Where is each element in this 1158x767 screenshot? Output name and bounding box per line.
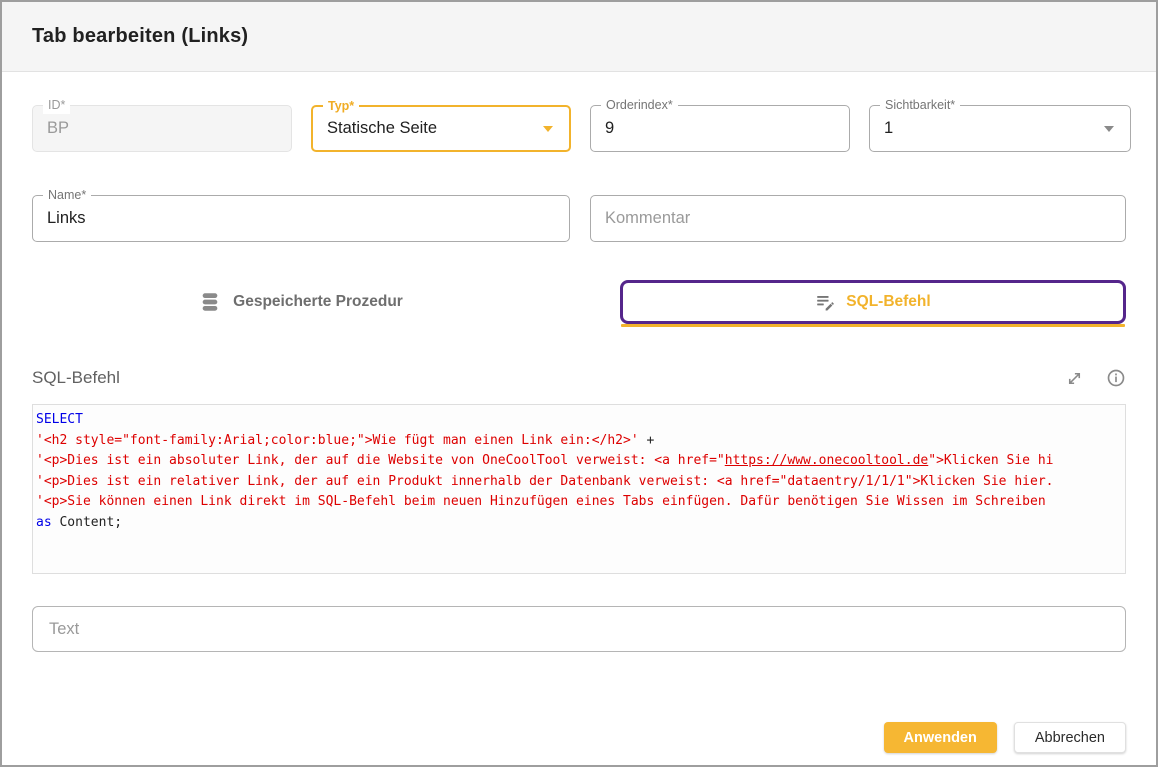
sql-code[interactable]: SELECT'<h2 style="font-family:Arial;colo… — [32, 404, 1126, 574]
name-field-label: Name* — [43, 187, 91, 204]
sql-command-toggle[interactable]: SQL-Befehl — [620, 280, 1126, 324]
info-icon[interactable] — [1106, 368, 1126, 388]
sql-section-header: SQL-Befehl — [32, 368, 1126, 388]
form-row-1: ID* Typ* Statische Seite Orderindex* Sic… — [32, 105, 1126, 152]
database-icon — [199, 291, 221, 313]
kommentar-input[interactable] — [591, 209, 1125, 228]
text-input[interactable] — [32, 606, 1126, 652]
sql-command-toggle-wrap: SQL-Befehl — [620, 280, 1126, 324]
typ-select[interactable]: Typ* Statische Seite — [311, 105, 571, 152]
dialog-actions: Anwenden Abbrechen — [32, 722, 1126, 753]
sichtbarkeit-select-value: 1 — [870, 119, 1104, 138]
stored-procedure-toggle[interactable]: Gespeicherte Prozedur — [32, 280, 570, 324]
edit-tab-dialog: Tab bearbeiten (Links) ID* Typ* Statisch… — [0, 0, 1158, 767]
orderindex-input[interactable] — [591, 119, 849, 138]
name-input[interactable] — [33, 209, 569, 228]
active-tab-indicator — [621, 324, 1125, 327]
name-field[interactable]: Name* — [32, 195, 570, 242]
cancel-button[interactable]: Abbrechen — [1014, 722, 1126, 753]
orderindex-field[interactable]: Orderindex* — [590, 105, 850, 152]
sichtbarkeit-select[interactable]: Sichtbarkeit* 1 — [869, 105, 1131, 152]
playlist-edit-icon — [815, 292, 836, 313]
expand-icon[interactable] — [1065, 369, 1084, 388]
id-field: ID* — [32, 105, 292, 152]
orderindex-field-label: Orderindex* — [601, 97, 678, 114]
source-type-toggle: Gespeicherte Prozedur SQL-Befehl — [32, 280, 1126, 324]
dialog-header: Tab bearbeiten (Links) — [2, 2, 1156, 72]
sql-section-title: SQL-Befehl — [32, 368, 120, 388]
chevron-down-icon — [1104, 126, 1114, 132]
dialog-title: Tab bearbeiten (Links) — [32, 25, 248, 48]
id-field-label: ID* — [43, 97, 70, 114]
stored-procedure-label: Gespeicherte Prozedur — [233, 293, 403, 311]
typ-select-label: Typ* — [323, 98, 359, 115]
sql-command-label: SQL-Befehl — [846, 293, 930, 311]
typ-select-value: Statische Seite — [313, 119, 543, 138]
chevron-down-icon — [543, 126, 553, 132]
id-input — [33, 119, 291, 138]
sichtbarkeit-select-label: Sichtbarkeit* — [880, 97, 960, 114]
apply-button[interactable]: Anwenden — [884, 722, 997, 753]
kommentar-field[interactable] — [590, 195, 1126, 242]
form-row-2: Name* — [32, 195, 1126, 242]
dialog-body: ID* Typ* Statische Seite Orderindex* Sic… — [2, 105, 1156, 753]
